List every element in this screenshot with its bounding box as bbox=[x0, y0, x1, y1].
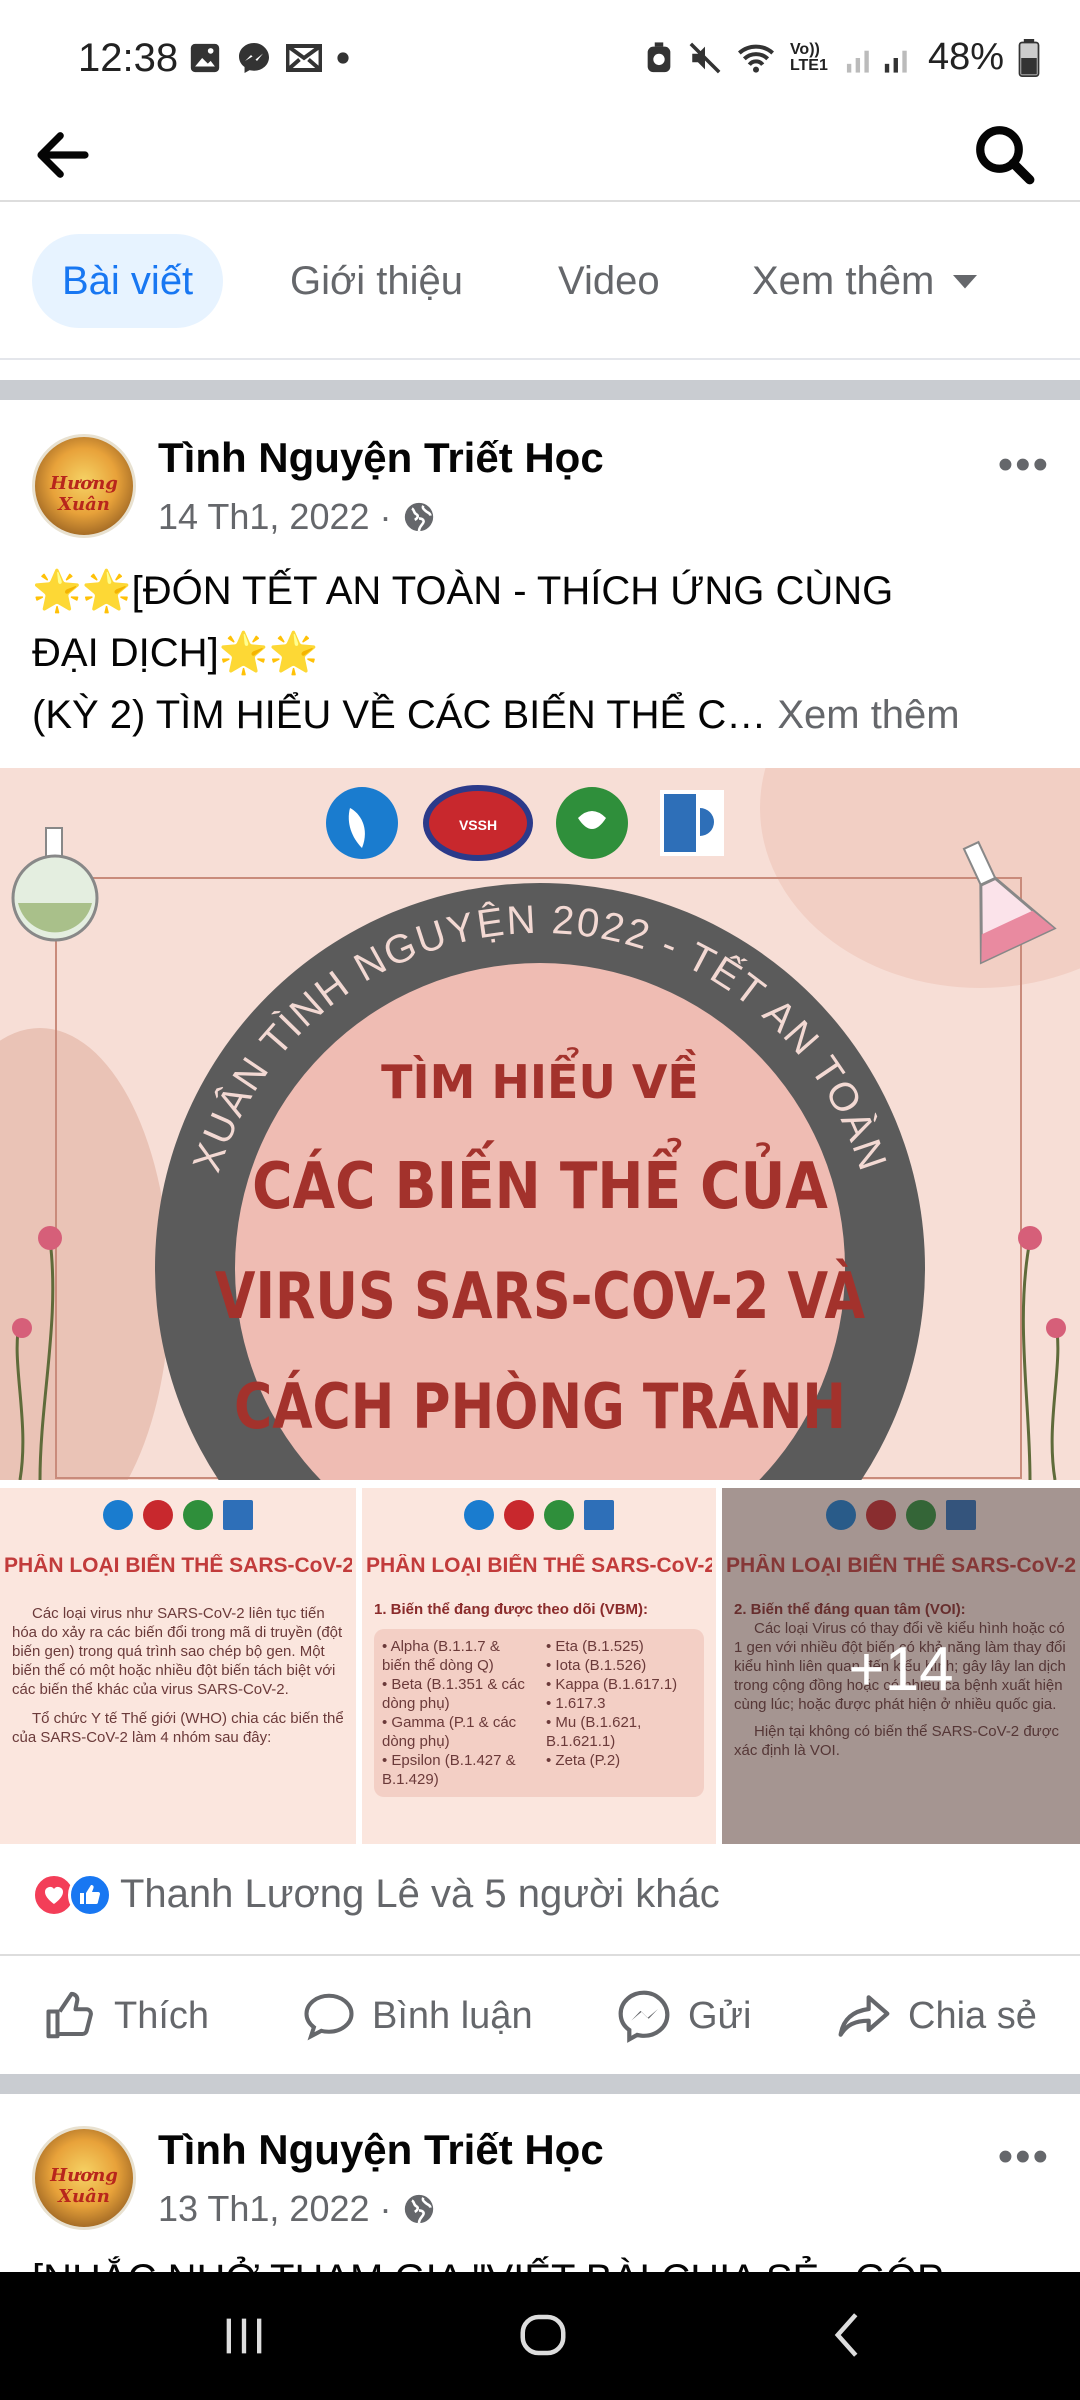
send-button[interactable]: Gửi bbox=[616, 1956, 751, 2076]
hero-line-1: TÌM HIỂU VỀ bbox=[381, 1047, 699, 1109]
post-text-line: [NHẮC NHỞ THAM GIA "VIẾT BÀI CHIA SẺ - G… bbox=[32, 2254, 1052, 2272]
variant-item: • 1.617.3 bbox=[546, 1695, 606, 1712]
thumbs-up-icon bbox=[46, 1991, 93, 2039]
variant-item: • Mu (B.1.621, B.1.621.1) bbox=[546, 1714, 642, 1750]
partner-logos bbox=[362, 1500, 716, 1530]
status-time: 12:38 bbox=[78, 36, 179, 80]
post-text-line: (KỲ 2) TÌM HIỂU VỀ CÁC BIẾN THỂ C… Xem t… bbox=[32, 684, 1052, 746]
post-text-line: 🌟🌟[ĐÓN TẾT AN TOÀN - THÍCH ỨNG CÙNG bbox=[32, 569, 894, 613]
variant-item: • Beta (B.1.351 & các dòng phụ) bbox=[382, 1676, 525, 1712]
feed-divider bbox=[0, 380, 1080, 400]
reactions-summary[interactable]: Thanh Lương Lê và 5 người khác bbox=[32, 1872, 720, 1917]
avatar-text: Hương Xuân bbox=[50, 2165, 118, 2207]
more-options-icon[interactable]: ••• bbox=[998, 440, 1050, 490]
post-date[interactable]: 13 Th1, 2022 bbox=[158, 2188, 370, 2230]
post-meta: 14 Th1, 2022 · bbox=[158, 496, 436, 538]
logo-text: VSSH bbox=[459, 817, 497, 833]
variant-item: • Kappa (B.1.617.1) bbox=[546, 1676, 678, 1693]
like-button[interactable]: Thích bbox=[44, 1956, 209, 2076]
hero-line-4: CÁCH PHÒNG TRÁNH bbox=[234, 1370, 846, 1444]
home-icon[interactable] bbox=[516, 2308, 570, 2362]
globe-icon bbox=[404, 502, 433, 532]
post-text: [NHẮC NHỞ THAM GIA "VIẾT BÀI CHIA SẺ - G… bbox=[32, 2254, 1052, 2272]
post-header: Hương Xuân Tình Nguyện Triết Học 13 Th1,… bbox=[0, 2114, 1080, 2244]
avatar[interactable]: Hương Xuân bbox=[32, 2126, 136, 2230]
post-image-thumb-more[interactable]: PHÂN LOẠI BIẾN THỂ SARS-CoV-2 2. Biến th… bbox=[722, 1488, 1080, 1844]
send-label: Gửi bbox=[688, 1994, 752, 2037]
signal-icon bbox=[846, 50, 907, 73]
messenger-icon bbox=[239, 43, 269, 73]
partner-logos bbox=[326, 785, 724, 861]
thumb-body: Các loại virus như SARS-CoV-2 liên tục t… bbox=[12, 1605, 343, 1698]
alarm-icon bbox=[647, 41, 671, 72]
gallery-icon bbox=[190, 43, 220, 73]
hero-line-2: CÁC BIẾN THỂ CỦA bbox=[252, 1136, 828, 1224]
tab-videos[interactable]: Video bbox=[528, 234, 690, 328]
system-nav-bar bbox=[0, 2272, 1080, 2400]
wifi-icon bbox=[737, 44, 774, 73]
variant-item: • Eta (B.1.525) bbox=[546, 1638, 644, 1655]
partner-logos bbox=[0, 1500, 356, 1530]
comment-label: Bình luận bbox=[372, 1994, 533, 2037]
battery-icon bbox=[1018, 38, 1040, 77]
recent-apps-icon[interactable] bbox=[218, 2310, 270, 2362]
variant-item: • Gamma (P.1 & các dòng phụ) bbox=[382, 1714, 517, 1750]
battery-percent: 48% bbox=[927, 36, 1004, 78]
back-nav-icon[interactable] bbox=[822, 2308, 876, 2362]
post-meta: 13 Th1, 2022 · bbox=[158, 2188, 436, 2230]
share-button[interactable]: Chia sẻ bbox=[836, 1956, 1037, 2076]
profile-tabs: Bài viết Giới thiệu Video Xem thêm bbox=[0, 204, 1080, 360]
arrow-left-icon[interactable] bbox=[30, 122, 96, 188]
more-photos-count: +14 bbox=[848, 1635, 954, 1704]
tab-about[interactable]: Giới thiệu bbox=[260, 234, 493, 328]
post-header: Hương Xuân Tình Nguyện Triết Học 14 Th1,… bbox=[0, 420, 1080, 550]
status-bar: 12:38 Vo)) LTE1 48% bbox=[0, 0, 1080, 110]
messenger-send-icon bbox=[618, 1990, 670, 2043]
share-label: Chia sẻ bbox=[908, 1994, 1037, 2037]
network-label: Vo)) LTE1 bbox=[789, 40, 828, 74]
thumb-title: PHÂN LOẠI BIẾN THỂ SARS-CoV-2 bbox=[366, 1554, 712, 1577]
reactions-text: Thanh Lương Lê và 5 người khác bbox=[120, 1872, 720, 1916]
hero-line-3: VIRUS SARS-COV-2 VÀ bbox=[215, 1258, 865, 1333]
like-label: Thích bbox=[114, 1994, 210, 2037]
variant-item: • Alpha (B.1.1.7 & biến thể dòng Q) bbox=[382, 1638, 500, 1674]
more-options-icon[interactable]: ••• bbox=[998, 2132, 1050, 2182]
avatar-text: Hương Xuân bbox=[50, 473, 118, 515]
post-date[interactable]: 14 Th1, 2022 bbox=[158, 496, 370, 538]
tab-more[interactable]: Xem thêm bbox=[722, 234, 1010, 328]
post-image-thumb[interactable]: PHÂN LOẠI BIẾN THỂ SARS-CoV-2 Các loại v… bbox=[0, 1488, 356, 1844]
tab-more-label: Xem thêm bbox=[752, 258, 935, 303]
post-image-main[interactable]: VSSH XUÂN TÌNH NGUYỆN 2022 - TẾT AN TOÀN… bbox=[0, 768, 1080, 1480]
thumb-body: Tổ chức Y tế Thế giới (WHO) chia các biế… bbox=[12, 1710, 344, 1746]
mute-icon bbox=[689, 42, 721, 73]
thumb-title: PHÂN LOẠI BIẾN THỂ SARS-CoV-2 bbox=[4, 1554, 352, 1577]
hero-graphic: VSSH XUÂN TÌNH NGUYỆN 2022 - TẾT AN TOÀN… bbox=[0, 768, 1080, 1480]
post-text-truncated: (KỲ 2) TÌM HIỂU VỀ CÁC BIẾN THỂ C… bbox=[32, 693, 767, 737]
see-more-link[interactable]: Xem thêm bbox=[777, 693, 959, 737]
variant-item: • Epsilon (B.1.427 & B.1.429) bbox=[382, 1752, 516, 1788]
comment-button[interactable]: Bình luận bbox=[302, 1956, 533, 2076]
variant-item: • Iota (B.1.526) bbox=[546, 1657, 647, 1674]
globe-icon bbox=[404, 2194, 433, 2224]
avatar[interactable]: Hương Xuân bbox=[32, 434, 136, 538]
comment-icon bbox=[304, 1993, 354, 2041]
share-icon bbox=[838, 1995, 890, 2037]
top-bar bbox=[0, 110, 1080, 202]
like-reaction-icon bbox=[68, 1872, 112, 1917]
post-image-thumb[interactable]: PHÂN LOẠI BIẾN THỂ SARS-CoV-2 1. Biến th… bbox=[362, 1488, 716, 1844]
variant-item: • Zeta (P.2) bbox=[546, 1752, 621, 1769]
post-text: 🌟🌟[ĐÓN TẾT AN TOÀN - THÍCH ỨNG CÙNG ĐẠI … bbox=[32, 560, 1052, 746]
feed-divider bbox=[0, 2074, 1080, 2094]
post-actions: Thích Bình luận Gửi Chia sẻ bbox=[0, 1954, 1080, 2074]
page-name[interactable]: Tình Nguyện Triết Học bbox=[158, 2126, 604, 2174]
flask-icon-left bbox=[11, 827, 99, 942]
dot-icon bbox=[337, 52, 349, 64]
tab-posts[interactable]: Bài viết bbox=[32, 234, 224, 328]
post-text-line: ĐẠI DỊCH]🌟🌟 bbox=[32, 631, 319, 675]
page-name[interactable]: Tình Nguyện Triết Học bbox=[158, 434, 604, 482]
caret-down-icon bbox=[953, 275, 978, 289]
thumb-heading: 1. Biến thể đang được theo dõi (VBM): bbox=[374, 1601, 649, 1618]
search-icon[interactable] bbox=[972, 122, 1038, 188]
mail-icon bbox=[286, 44, 322, 72]
